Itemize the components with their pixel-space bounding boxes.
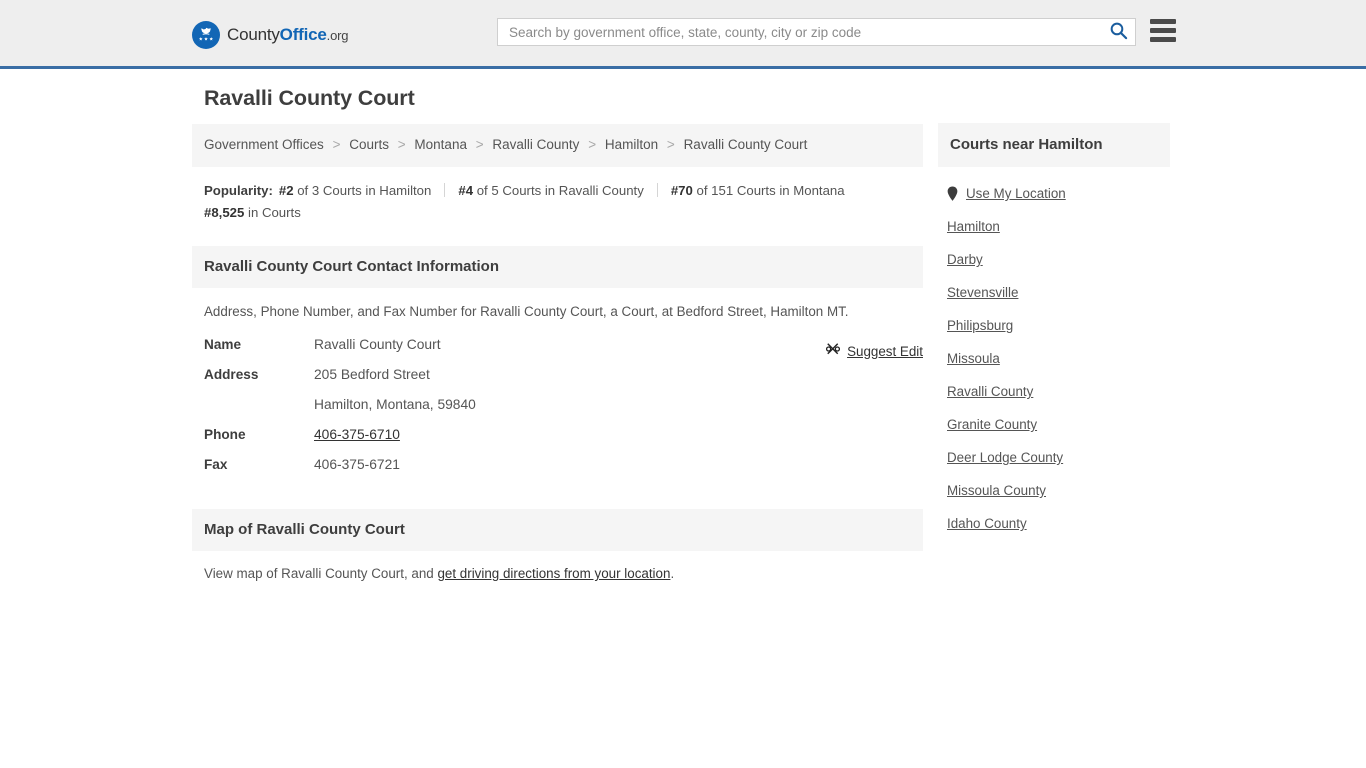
search-button[interactable] [1101,19,1135,45]
sidebar-link[interactable]: Darby [947,252,983,267]
sidebar-item-deer-lodge-county[interactable]: Deer Lodge County [938,441,1170,474]
breadcrumb-item-ravalli-county[interactable]: Ravalli County [492,137,579,152]
suggest-edit-button[interactable]: Suggest Edit [826,342,923,361]
site-logo[interactable]: CountyOffice.org [192,21,348,49]
breadcrumb-item-current: Ravalli County Court [683,137,808,152]
detail-value-address-line2: Hamilton, Montana, 59840 [314,397,476,412]
breadcrumb-separator: > [332,137,341,152]
map-section-description: View map of Ravalli County Court, and ge… [192,551,923,581]
breadcrumb-item-courts[interactable]: Courts [349,137,389,152]
sidebar: Courts near Hamilton Use My Location Ham… [938,123,1170,540]
detail-row-address: Address 205 Bedford Street [204,367,923,397]
search-icon [1109,21,1128,43]
contact-section-heading: Ravalli County Court Contact Information [192,246,923,288]
detail-row-phone: Phone 406-375-6710 [204,427,923,457]
popularity-item-hamilton: #2 of 3 Courts in Hamilton [279,183,431,198]
breadcrumb-separator: > [397,137,406,152]
logo-word-tld: .org [326,28,349,43]
breadcrumb-item-government-offices[interactable]: Government Offices [204,137,324,152]
popularity-text: of 5 Courts in Ravalli County [476,183,644,198]
sidebar-link[interactable]: Granite County [947,417,1037,432]
suggest-edit-label: Suggest Edit [847,344,923,359]
breadcrumb-separator: > [666,137,675,152]
detail-key: Fax [204,457,228,472]
sidebar-item-missoula-county[interactable]: Missoula County [938,474,1170,507]
map-text-before: View map of Ravalli County Court, and [204,566,438,581]
contact-section-description: Address, Phone Number, and Fax Number fo… [204,304,849,319]
sidebar-item-philipsburg[interactable]: Philipsburg [938,309,1170,342]
edit-pencil-icon [826,342,841,361]
popularity-item-courts: #8,525 in Courts [204,205,301,220]
site-header: CountyOffice.org [0,0,1366,69]
popularity-text: of 151 Courts in Montana [696,183,845,198]
detail-value-phone: 406-375-6710 [314,427,400,442]
popularity-rank: #8,525 [204,205,245,220]
detail-key: Name [204,337,242,352]
driving-directions-link[interactable]: get driving directions from your locatio… [437,566,670,581]
sidebar-link[interactable]: Missoula County [947,483,1046,498]
detail-value-name: Ravalli County Court [314,337,441,352]
map-pin-icon [947,186,958,201]
sidebar-link[interactable]: Missoula [947,351,1000,366]
contact-details-table: Suggest Edit Name Ravalli County Court A… [192,337,923,487]
breadcrumb-item-montana[interactable]: Montana [414,137,467,152]
sidebar-item-stevensville[interactable]: Stevensville [938,276,1170,309]
logo-word-office: Office [279,25,327,44]
main-content: Ravalli County Court Government Offices … [192,86,923,581]
sidebar-item-darby[interactable]: Darby [938,243,1170,276]
sidebar-heading: Courts near Hamilton [938,123,1170,167]
breadcrumb: Government Offices > Courts > Montana > … [192,124,923,167]
use-my-location-link[interactable]: Use My Location [966,186,1066,201]
popularity-row: Popularity: #2 of 3 Courts in Hamilton #4 … [192,167,923,230]
popularity-divider [444,183,446,197]
site-logo-text: CountyOffice.org [227,25,348,45]
detail-key: Phone [204,427,246,442]
sidebar-item-granite-county[interactable]: Granite County [938,408,1170,441]
sidebar-link[interactable]: Hamilton [947,219,1000,234]
sidebar-item-missoula[interactable]: Missoula [938,342,1170,375]
breadcrumb-separator: > [588,137,597,152]
popularity-rank: #2 [278,183,294,198]
detail-row-address-line2: Hamilton, Montana, 59840 [204,397,923,427]
popularity-item-ravalli-county: #4 of 5 Courts in Ravalli County [458,183,643,198]
sidebar-link[interactable]: Deer Lodge County [947,450,1063,465]
popularity-divider [656,183,658,197]
detail-row-name: Name Ravalli County Court [204,337,923,367]
search-input[interactable] [498,19,1101,45]
hamburger-bar [1150,28,1176,33]
breadcrumb-separator: > [475,137,484,152]
map-section-heading: Map of Ravalli County Court [192,509,923,551]
logo-word-county: County [227,25,280,44]
breadcrumb-item-hamilton[interactable]: Hamilton [605,137,658,152]
sidebar-link[interactable]: Stevensville [947,285,1018,300]
eagle-seal-icon [192,21,220,49]
hamburger-bar [1150,37,1176,42]
popularity-label: Popularity: [204,183,273,198]
phone-link[interactable]: 406-375-6710 [314,427,400,442]
sidebar-link[interactable]: Ravalli County [947,384,1033,399]
sidebar-item-idaho-county[interactable]: Idaho County [938,507,1170,540]
sidebar-link[interactable]: Philipsburg [947,318,1013,333]
sidebar-list: Use My Location Hamilton Darby Stevensvi… [938,167,1170,540]
hamburger-bar [1150,19,1176,24]
popularity-text: of 3 Courts in Hamilton [297,183,432,198]
sidebar-item-hamilton[interactable]: Hamilton [938,210,1170,243]
sidebar-item-use-my-location[interactable]: Use My Location [938,177,1170,210]
popularity-rank: #70 [670,183,693,198]
detail-key: Address [204,367,259,382]
map-text-after: . [670,566,675,581]
detail-value-fax: 406-375-6721 [314,457,400,472]
popularity-item-montana: #70 of 151 Courts in Montana [671,183,845,198]
sidebar-item-ravalli-county[interactable]: Ravalli County [938,375,1170,408]
popularity-text: in Courts [248,205,301,220]
popularity-rank: #4 [458,183,474,198]
detail-value-address-line1: 205 Bedford Street [314,367,430,382]
detail-row-fax: Fax 406-375-6721 [204,457,923,487]
search-bar[interactable] [497,18,1136,46]
sidebar-link[interactable]: Idaho County [947,516,1027,531]
hamburger-menu-icon[interactable] [1150,19,1176,42]
page-title: Ravalli County Court [204,86,415,110]
